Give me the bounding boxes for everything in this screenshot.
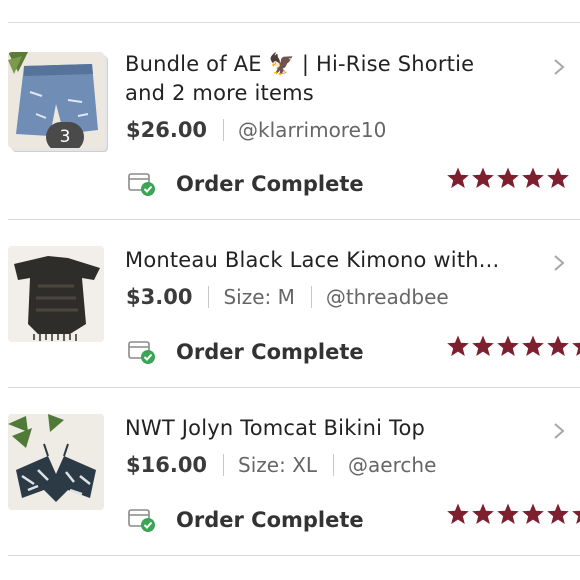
star-icon	[472, 335, 494, 356]
seller-rating	[446, 502, 580, 526]
order-status: Order Complete	[128, 505, 364, 535]
shipping-box-check-icon	[128, 173, 155, 196]
star-icon	[472, 503, 494, 524]
star-icon	[497, 167, 519, 188]
order-status: Order Complete	[128, 337, 364, 367]
order-meta: $26.00 @klarrimore10	[126, 116, 386, 144]
seller-handle[interactable]: @aerche	[348, 453, 436, 477]
meta-divider	[208, 286, 210, 308]
order-price: $26.00	[126, 118, 208, 142]
star-icon	[522, 335, 544, 356]
star-icon	[547, 503, 569, 524]
star-icon	[472, 167, 494, 188]
product-thumbnail[interactable]: 3	[8, 52, 104, 148]
chevron-right-icon[interactable]	[552, 58, 566, 76]
order-size: Size: XL	[238, 453, 318, 477]
star-icon	[547, 167, 569, 188]
order-title-line: and 2 more items	[125, 81, 314, 105]
seller-rating	[446, 166, 571, 190]
order-size: Size: M	[223, 285, 295, 309]
status-label: Order Complete	[176, 172, 364, 196]
meta-divider	[223, 119, 225, 141]
star-icon	[447, 503, 469, 524]
order-meta: $16.00 Size: XL @aerche	[126, 451, 436, 479]
star-icon	[497, 335, 519, 356]
star-icon	[572, 342, 580, 356]
bundle-count-badge: 3	[46, 122, 84, 148]
star-icon	[447, 167, 469, 188]
order-title: Monteau Black Lace Kimono with...	[125, 248, 500, 272]
order-title: NWT Jolyn Tomcat Bikini Top	[125, 416, 426, 440]
shipping-box-check-icon	[128, 341, 155, 364]
chevron-right-icon[interactable]	[552, 422, 566, 440]
divider	[8, 555, 580, 556]
meta-divider	[223, 454, 225, 476]
star-icon	[522, 167, 544, 188]
order-title: Bundle of AE 🦅 | Hi-Rise Shortie and 2 m…	[125, 50, 525, 108]
order-price: $16.00	[126, 453, 208, 477]
star-icon	[447, 335, 469, 356]
status-label: Order Complete	[176, 340, 364, 364]
shipping-box-check-icon	[128, 509, 155, 532]
chevron-right-icon[interactable]	[552, 254, 566, 272]
star-icon	[522, 503, 544, 524]
seller-rating	[446, 334, 580, 358]
product-thumbnail[interactable]	[8, 414, 104, 510]
order-row[interactable]: Monteau Black Lace Kimono with... $3.00 …	[0, 220, 580, 388]
order-title-line: Bundle of AE 🦅 | Hi-Rise Shortie	[125, 52, 475, 76]
divider	[8, 22, 580, 23]
star-icon	[497, 503, 519, 524]
star-icon	[547, 335, 569, 356]
star-icon	[572, 510, 580, 524]
order-price: $3.00	[126, 285, 193, 309]
order-row[interactable]: 3 Bundle of AE 🦅 | Hi-Rise Shortie and 2…	[0, 52, 580, 220]
meta-divider	[310, 286, 312, 308]
order-row[interactable]: NWT Jolyn Tomcat Bikini Top $16.00 Size:…	[0, 388, 580, 556]
seller-handle[interactable]: @threadbee	[326, 285, 449, 309]
order-status: Order Complete	[128, 169, 364, 199]
status-label: Order Complete	[176, 508, 364, 532]
meta-divider	[333, 454, 335, 476]
seller-handle[interactable]: @klarrimore10	[238, 118, 386, 142]
order-meta: $3.00 Size: M @threadbee	[126, 283, 449, 311]
product-thumbnail[interactable]	[8, 246, 104, 342]
